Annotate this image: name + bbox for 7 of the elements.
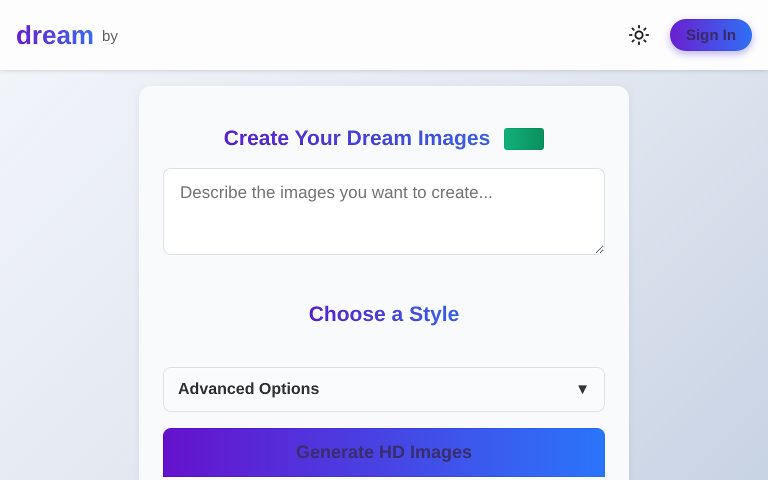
prompt-field[interactable]: Describe the images you want to create... bbox=[163, 168, 605, 255]
card-title: Create Your Dream Images bbox=[224, 127, 490, 151]
sun-icon[interactable] bbox=[628, 24, 650, 46]
byline: by bbox=[102, 28, 118, 44]
status-pill bbox=[504, 128, 544, 150]
advanced-options-toggle[interactable]: Advanced Options ▼ bbox=[163, 367, 605, 412]
style-heading: Choose a Style bbox=[308, 303, 460, 327]
